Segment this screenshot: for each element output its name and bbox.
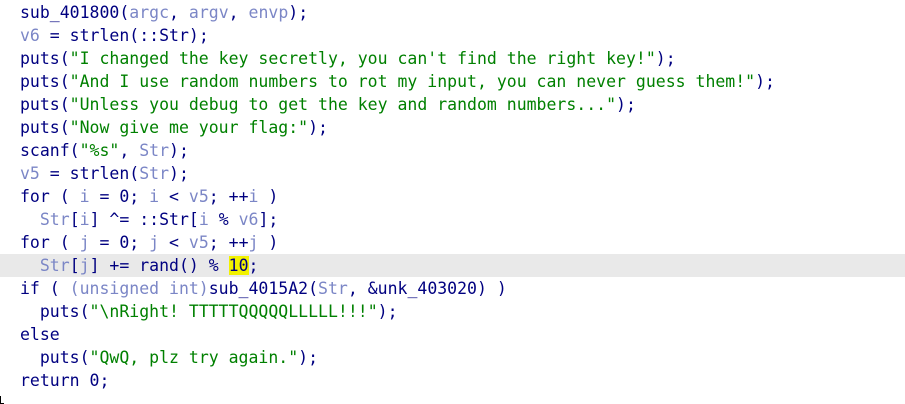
code-token: );	[169, 164, 189, 183]
code-token: ,	[228, 3, 249, 22]
code-token: ; ++	[208, 233, 249, 252]
code-token: )	[258, 233, 279, 252]
code-line[interactable]: else	[0, 323, 905, 346]
string-literal[interactable]: "And I use random numbers to rot my inpu…	[70, 72, 755, 91]
keyword-return: return 0;	[20, 371, 110, 390]
code-token: );	[169, 141, 189, 160]
code-token: [	[69, 256, 80, 275]
code-line[interactable]: Str[i] ^= ::Str[i % v6];	[0, 208, 905, 231]
keyword-for: for (	[20, 187, 80, 206]
code-line[interactable]: return 0;	[0, 369, 905, 392]
variable-i[interactable]: i	[80, 187, 90, 206]
current-code-line[interactable]: Str[j] += rand() % 10;	[0, 254, 905, 277]
code-token: );	[755, 72, 775, 91]
type-cast: (unsigned int)	[69, 279, 209, 298]
variable-v5[interactable]: v5	[20, 164, 40, 183]
string-literal[interactable]: "Unless you debug to get the key and ran…	[70, 95, 616, 114]
keyword-if: if (	[20, 279, 70, 298]
variable-v5[interactable]: v5	[189, 233, 209, 252]
argument-argc[interactable]: argc	[129, 3, 169, 22]
function-name[interactable]: sub_401800	[20, 3, 119, 22]
code-line[interactable]: puts("Unless you debug to get the key an…	[0, 93, 905, 116]
variable-j[interactable]: j	[249, 233, 259, 252]
code-line[interactable]: if ( (unsigned int)sub_4015A2(Str, &unk_…	[0, 277, 905, 300]
code-line[interactable]: puts("\nRight! TTTTTQQQQQLLLLL!!!");	[0, 300, 905, 323]
code-token: ,	[119, 141, 140, 160]
code-token: = 0;	[89, 187, 150, 206]
variable-str[interactable]: Str	[139, 164, 169, 183]
variable-i[interactable]: i	[249, 187, 259, 206]
code-token: ] += rand() %	[89, 256, 229, 275]
keyword-for: for (	[20, 233, 80, 252]
function-call[interactable]: puts(	[40, 348, 90, 367]
code-token: %	[208, 210, 239, 229]
pseudocode-view[interactable]: sub_401800(argc, argv, envp); v6 = strle…	[0, 0, 905, 404]
variable-v6[interactable]: v6	[20, 26, 40, 45]
code-token: , &unk_403020) )	[347, 279, 507, 298]
code-token: );	[298, 348, 319, 367]
argument-argv[interactable]: argv	[189, 3, 229, 22]
keyword-else: else	[20, 325, 60, 344]
function-call[interactable]: puts(	[20, 118, 70, 137]
variable-str[interactable]: Str	[40, 210, 70, 229]
code-line[interactable]: puts("I changed the key secretly, you ca…	[0, 47, 905, 70]
code-token: );	[655, 49, 676, 68]
code-line[interactable]: sub_401800(argc, argv, envp);	[0, 1, 905, 24]
string-literal[interactable]: "\nRight! TTTTTQQQQQLLLLL!!!"	[90, 302, 378, 321]
string-literal[interactable]: "QwQ, plz try again."	[90, 348, 299, 367]
code-token: )	[258, 187, 279, 206]
variable-v6[interactable]: v6	[239, 210, 259, 229]
variable-i[interactable]: i	[199, 210, 209, 229]
variable-j[interactable]: j	[80, 256, 90, 275]
code-token: );	[308, 118, 328, 137]
code-token: = strlen(	[39, 164, 140, 183]
function-call[interactable]: puts(	[20, 95, 70, 114]
code-token: = 0;	[89, 233, 150, 252]
code-line[interactable]: scanf("%s", Str);	[0, 139, 905, 162]
variable-str[interactable]: Str	[139, 141, 169, 160]
code-line[interactable]: puts("Now give me your flag:");	[0, 116, 905, 139]
code-line[interactable]: v6 = strlen(::Str);	[0, 24, 905, 47]
code-token: );	[288, 3, 309, 22]
variable-str[interactable]: Str	[40, 256, 70, 275]
code-token: ,	[169, 3, 189, 22]
code-token: ;	[248, 256, 259, 275]
function-call[interactable]: puts(	[40, 302, 90, 321]
code-line[interactable]: for ( j = 0; j < v5; ++j )	[0, 231, 905, 254]
code-token: );	[377, 302, 398, 321]
variable-j[interactable]: j	[80, 233, 90, 252]
variable-v5[interactable]: v5	[189, 187, 209, 206]
code-token: (	[119, 3, 130, 22]
code-token: ];	[258, 210, 279, 229]
code-token: ] ^= ::Str[	[89, 210, 199, 229]
code-line[interactable]: for ( i = 0; i < v5; ++i )	[0, 185, 905, 208]
string-literal[interactable]: "Now give me your flag:"	[70, 118, 308, 137]
code-token: <	[159, 187, 189, 206]
function-call[interactable]: puts(	[20, 72, 70, 91]
highlighted-number[interactable]: 10	[228, 256, 249, 275]
code-token: = strlen(::Str);	[39, 26, 209, 45]
variable-str[interactable]: Str	[318, 279, 348, 298]
argument-envp[interactable]: envp	[249, 3, 289, 22]
code-line[interactable]: puts("QwQ, plz try again.");	[0, 346, 905, 369]
function-call[interactable]: scanf(	[20, 141, 80, 160]
code-token: ; ++	[208, 187, 249, 206]
string-literal[interactable]: "I changed the key secretly, you can't f…	[70, 49, 656, 68]
code-token: );	[616, 95, 636, 114]
variable-i[interactable]: i	[149, 187, 159, 206]
code-line[interactable]: v5 = strlen(Str);	[0, 162, 905, 185]
function-call[interactable]: puts(	[20, 49, 70, 68]
function-call[interactable]: sub_4015A2(	[209, 279, 318, 298]
variable-i[interactable]: i	[80, 210, 90, 229]
code-token: [	[69, 210, 80, 229]
string-literal[interactable]: "%s"	[80, 141, 120, 160]
variable-j[interactable]: j	[149, 233, 159, 252]
code-token: <	[159, 233, 189, 252]
code-line[interactable]: puts("And I use random numbers to rot my…	[0, 70, 905, 93]
